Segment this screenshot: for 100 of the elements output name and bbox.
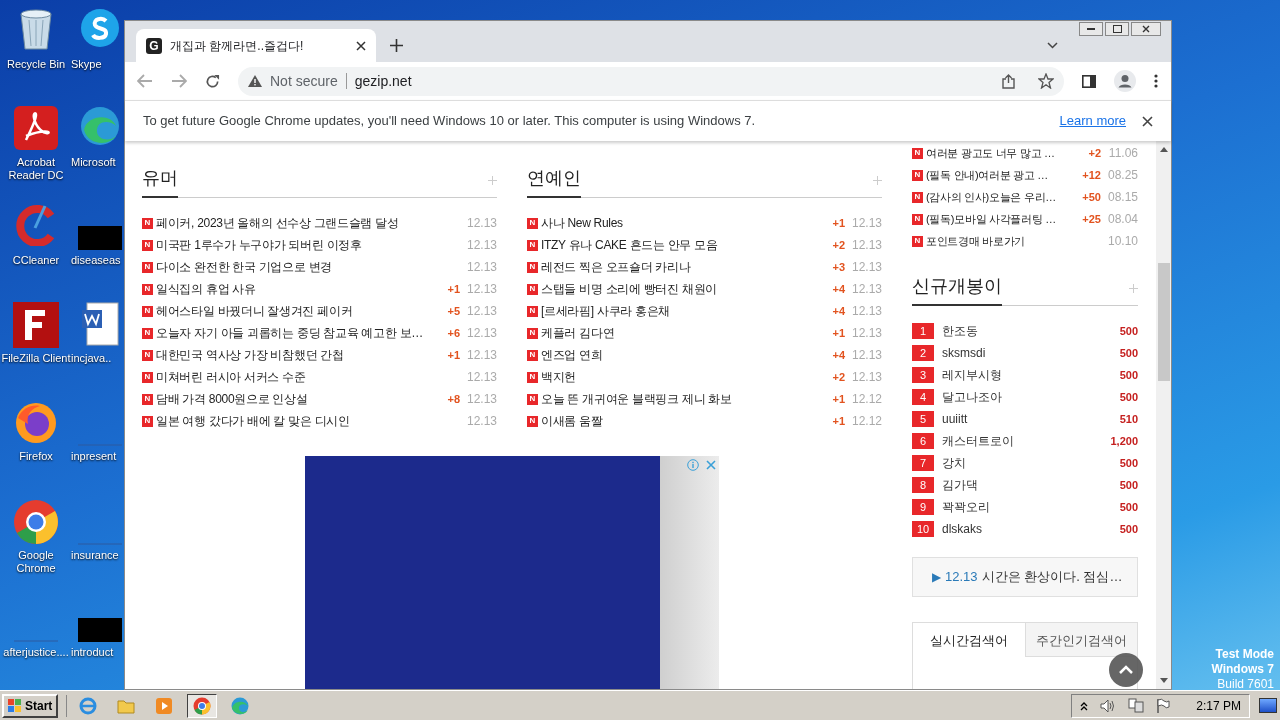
post-title-link[interactable]: 다이소 완전한 한국 기업으로 변경 [156, 258, 460, 276]
app-icon[interactable] [80, 8, 120, 48]
network-icon[interactable] [1128, 698, 1145, 713]
post-title-link[interactable]: 일식집의 휴업 사유 [156, 280, 433, 298]
scroll-to-top-button[interactable] [1109, 653, 1143, 687]
post-date: 12.13 [850, 259, 882, 276]
post-title-link[interactable]: (감사의 인사)오늘은 우리… [926, 188, 1074, 206]
folder-icon [117, 697, 136, 714]
close-icon[interactable] [1142, 115, 1153, 127]
desktop-icon-label[interactable]: CCleaner [0, 254, 72, 267]
post-title-link[interactable]: 스탭들 비명 소리에 빵터진 채원이 [541, 280, 818, 298]
desktop-icon-label[interactable]: insurance [71, 549, 119, 562]
restore-button[interactable] [1105, 22, 1129, 36]
post-title-link[interactable]: 여러분 광고도 너무 많고 … [926, 144, 1074, 162]
post-title-link[interactable]: 이새롬 움짤 [541, 412, 818, 430]
share-icon[interactable] [1001, 73, 1016, 89]
show-desktop-button[interactable] [1259, 698, 1277, 713]
file-thumbnail-icon[interactable] [78, 226, 122, 250]
member-name[interactable]: sksmsdi [942, 344, 1112, 362]
member-name[interactable]: dlskaks [942, 520, 1112, 538]
member-name[interactable]: 캐스터트로이 [942, 432, 1103, 450]
post-title-link[interactable]: 담배 가격 8000원으로 인상설 [156, 390, 433, 408]
app-icon[interactable] [13, 302, 59, 348]
notice-box[interactable]: ▶ 12.13 시간은 환상이다. 점심… [912, 557, 1138, 597]
taskbar-button[interactable] [187, 693, 218, 718]
member-name[interactable]: 김가댁 [942, 476, 1112, 494]
reload-icon[interactable] [205, 73, 220, 89]
scrollbar[interactable] [1156, 141, 1171, 689]
post-title-link[interactable]: 미쳐버린 러시아 서커스 수준 [156, 368, 460, 386]
side-panel-icon[interactable] [1082, 74, 1096, 88]
desktop-icon-label[interactable]: incjava.. [71, 352, 112, 365]
file-thumbnail-icon[interactable] [78, 618, 122, 642]
member-name[interactable]: 레지부시형 [942, 366, 1112, 384]
post-title-link[interactable]: 헤어스타일 바꿨더니 잘생겨진 페이커 [156, 302, 433, 320]
flag-icon[interactable] [1156, 698, 1171, 713]
post-title-link[interactable]: (필독)모바일 사각플러팅 … [926, 210, 1074, 228]
desktop-icon-label[interactable]: inpresent [71, 450, 117, 463]
document-app-icon[interactable] [14, 106, 58, 150]
post-title-link[interactable]: 페이커, 2023년 올해의 선수상 그랜드슬램 달성 [156, 214, 460, 232]
browser-tab[interactable]: G 개집과 함께라면..즐겁다! [136, 29, 376, 62]
learn-more-link[interactable]: Learn more [1059, 111, 1126, 131]
post-title-link[interactable]: ITZY 유나 CAKE 흔드는 안무 모음 [541, 236, 818, 254]
desktop-icon-label[interactable]: Google Chrome [0, 549, 72, 575]
warning-icon [248, 75, 262, 87]
desktop-icon-label[interactable]: Acrobat Reader DC [0, 156, 72, 182]
close-icon[interactable] [356, 40, 366, 51]
menu-icon[interactable] [1154, 74, 1158, 88]
address-bar[interactable]: Not secure gezip.net [238, 66, 1064, 96]
bookmark-star-icon[interactable] [1038, 73, 1054, 89]
site-favicon: G [146, 37, 162, 54]
desktop-icon-label[interactable]: diseaseas [71, 254, 121, 267]
profile-icon[interactable] [1114, 70, 1136, 92]
notice-date: 12.13 [945, 568, 978, 587]
post-title-link[interactable]: 오늘 뜬 개귀여운 블랙핑크 제니 화보 [541, 390, 818, 408]
member-name[interactable]: 꽉꽉오리 [942, 498, 1112, 516]
post-title-link[interactable]: 케플러 김다연 [541, 324, 818, 342]
scrollbar-thumb[interactable] [1157, 263, 1170, 381]
post-title-link[interactable]: 미국판 1루수가 누구야가 되버린 이정후 [156, 236, 460, 254]
speaker-icon[interactable] [1100, 698, 1117, 713]
member-name[interactable]: 한조동 [942, 322, 1112, 340]
post-title-link[interactable]: [르세라핌] 사쿠라 홍은채 [541, 302, 818, 320]
browser-app-icon[interactable] [80, 106, 120, 146]
scroll-down-icon[interactable] [1159, 678, 1168, 683]
start-button[interactable]: Start [2, 693, 59, 718]
post-title-link[interactable]: 일본 여행 갔다가 배에 칼 맞은 디시인 [156, 412, 460, 430]
desktop-icon-label[interactable]: Firefox [0, 450, 72, 463]
browser-app-icon[interactable] [14, 400, 58, 444]
member-name[interactable]: 강치 [942, 454, 1112, 472]
new-badge: N [527, 415, 538, 427]
show-hidden-icons[interactable] [1080, 700, 1089, 711]
desktop-icon-label[interactable]: FileZilla Client [0, 352, 72, 365]
new-badge: N [527, 349, 538, 361]
browser-app-icon[interactable] [13, 499, 59, 545]
desktop-icon-label[interactable]: introduct [71, 646, 114, 659]
post-title-link[interactable]: (필독 안내)여러분 광고 … [926, 166, 1074, 184]
post-title-link[interactable]: 오늘자 자기 아들 괴롭히는 중딩 참교육 예고한 보… [156, 324, 433, 342]
clock[interactable]: 2:17 PM [1196, 696, 1241, 715]
desktop-icon-label[interactable]: Microsoft [71, 156, 116, 169]
post-title-link[interactable]: 백지헌 [541, 368, 818, 386]
comment-count: +2 [831, 237, 845, 253]
recycle-bin-icon[interactable] [18, 8, 54, 50]
desktop-icon-label[interactable]: Skype [71, 58, 102, 71]
new-badge: N [912, 147, 923, 159]
search-tab[interactable]: 주간인기검색어 [1025, 623, 1137, 657]
post-title-link[interactable]: 포인트경매 바로가기 [926, 232, 1101, 250]
member-name[interactable]: uuiitt [942, 410, 1112, 428]
desktop-icon-label[interactable]: Recycle Bin [0, 58, 72, 71]
post-title-link[interactable]: 대한민국 역사상 가장 비참했던 간첩 [156, 346, 433, 364]
post-title-link[interactable]: 사나 New Rules [541, 214, 818, 232]
post-title-link[interactable]: 엔즈업 연희 [541, 346, 818, 364]
close-window-button[interactable] [1131, 22, 1161, 36]
scroll-up-icon[interactable] [1159, 147, 1168, 152]
tab-list-icon[interactable] [1047, 42, 1058, 49]
new-tab-icon[interactable] [390, 39, 403, 52]
minimize-button[interactable] [1079, 22, 1103, 36]
member-name[interactable]: 달고나조아 [942, 388, 1112, 406]
post-title-link[interactable]: 레전드 찍은 오프숄더 카리나 [541, 258, 818, 276]
desktop-icon-label[interactable]: afterjustice.... [0, 646, 72, 659]
document-icon[interactable] [81, 302, 119, 346]
post-date: 10.10 [1106, 233, 1138, 250]
